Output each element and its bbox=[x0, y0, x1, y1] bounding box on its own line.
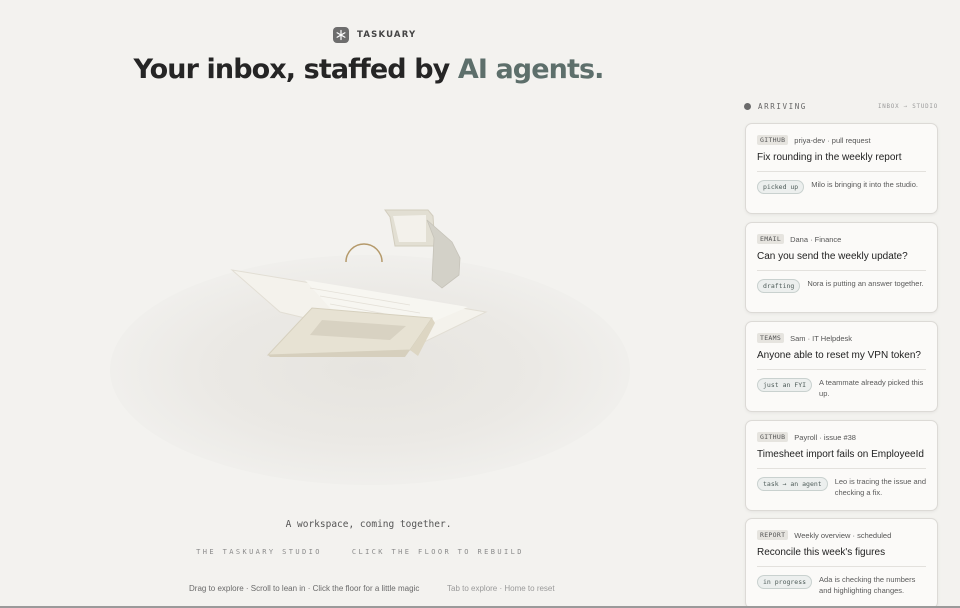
card-title: Can you send the weekly update? bbox=[757, 251, 908, 262]
source-badge: REPORT bbox=[757, 530, 789, 540]
card-sender: Dana · Finance bbox=[790, 234, 842, 244]
scene-tagline: A workspace, coming together. bbox=[285, 519, 452, 530]
card-title: Anyone able to reset my VPN token? bbox=[757, 350, 921, 361]
studio-link[interactable]: THE TASKUARY STUDIO bbox=[196, 548, 322, 556]
interaction-hint: Drag to explore · Scroll to lean in · Cl… bbox=[189, 584, 420, 593]
card-sender: Payroll · issue #38 bbox=[794, 432, 856, 442]
card-divider bbox=[757, 468, 926, 469]
card-meta: GITHUB priya-dev · pull request bbox=[757, 135, 926, 145]
card-title: Timesheet import fails on EmployeeId bbox=[757, 449, 924, 460]
arc-handle bbox=[345, 243, 383, 263]
card-divider bbox=[757, 270, 926, 271]
workspace-scene[interactable] bbox=[90, 160, 650, 500]
brand: TASKUARY bbox=[333, 27, 416, 43]
status-badge: drafting bbox=[757, 279, 801, 293]
status-badge: in progress bbox=[757, 575, 813, 589]
card-meta: GITHUB Payroll · issue #38 bbox=[757, 432, 926, 442]
status-badge: just an FYI bbox=[757, 378, 813, 392]
card-note: Nora is putting an answer together. bbox=[807, 279, 924, 288]
card-note: A teammate already picked this up. bbox=[819, 378, 924, 398]
feed-header: ARRIVING INBOX → STUDIO bbox=[744, 102, 938, 111]
headline-accent: AI agents. bbox=[457, 54, 605, 85]
feed-card[interactable]: GITHUB Payroll · issue #38 Timesheet imp… bbox=[745, 420, 938, 511]
workspace-model[interactable] bbox=[90, 160, 650, 500]
live-dot-icon bbox=[744, 103, 751, 110]
brand-name: TASKUARY bbox=[357, 30, 417, 40]
feed-card[interactable]: GITHUB priya-dev · pull request Fix roun… bbox=[745, 123, 938, 214]
studio-links: THE TASKUARY STUDIO CLICK THE FLOOR TO R… bbox=[0, 548, 720, 556]
keyboard-hint: Tab to explore · Home to reset bbox=[447, 584, 555, 593]
card-divider bbox=[757, 171, 926, 172]
card-sender: Weekly overview · scheduled bbox=[794, 530, 892, 540]
card-title: Reconcile this week's figures bbox=[757, 547, 886, 558]
card-sender: Sam · IT Helpdesk bbox=[790, 333, 853, 343]
source-badge: TEAMS bbox=[757, 333, 785, 343]
card-meta: TEAMS Sam · IT Helpdesk bbox=[757, 333, 926, 343]
card-meta: EMAIL Dana · Finance bbox=[757, 234, 926, 244]
feed-card[interactable]: EMAIL Dana · Finance Can you send the we… bbox=[745, 222, 938, 313]
status-badge: picked up bbox=[757, 180, 805, 194]
page-headline: Your inbox, staffed by AI agents. bbox=[0, 54, 737, 85]
card-note: Milo is bringing it into the studio. bbox=[811, 180, 918, 189]
rebuild-link[interactable]: CLICK THE FLOOR TO REBUILD bbox=[352, 548, 524, 556]
card-divider bbox=[757, 369, 926, 370]
card-note: Leo is tracing the issue and checking a … bbox=[834, 477, 927, 497]
headline-lead: Your inbox, staffed by bbox=[133, 54, 458, 85]
snowflake-icon bbox=[333, 27, 349, 43]
source-badge: GITHUB bbox=[757, 432, 789, 442]
card-title: Fix rounding in the weekly report bbox=[757, 152, 902, 163]
source-badge: EMAIL bbox=[757, 234, 785, 244]
card-meta: REPORT Weekly overview · scheduled bbox=[757, 530, 926, 540]
feed-route: INBOX → STUDIO bbox=[877, 103, 938, 110]
stand-flap bbox=[426, 219, 461, 289]
source-badge: GITHUB bbox=[757, 135, 789, 145]
card-sender: priya-dev · pull request bbox=[794, 135, 871, 145]
feed-label: ARRIVING bbox=[758, 102, 807, 111]
feed-card[interactable]: TEAMS Sam · IT Helpdesk Anyone able to r… bbox=[745, 321, 938, 412]
feed-card[interactable]: REPORT Weekly overview · scheduled Recon… bbox=[745, 518, 938, 608]
card-note: Ada is checking the numbers and highligh… bbox=[819, 575, 916, 595]
status-badge: task → an agent bbox=[757, 477, 828, 491]
card-divider bbox=[757, 566, 926, 567]
